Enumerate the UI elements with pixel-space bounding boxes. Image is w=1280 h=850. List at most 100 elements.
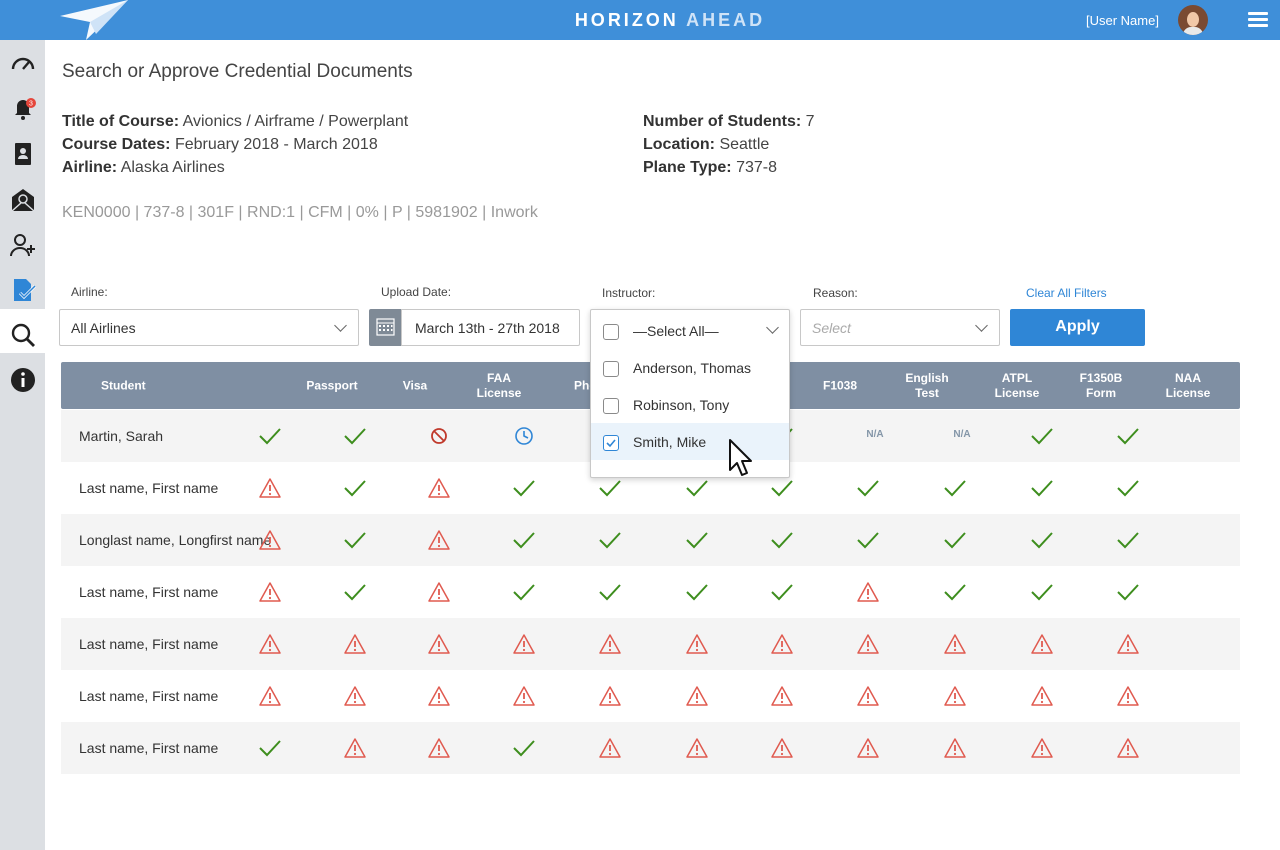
check-icon[interactable] [343, 528, 367, 552]
instructor-option-robinson[interactable]: Robinson, Tony [591, 386, 789, 423]
col-english-test[interactable]: English Test [897, 371, 957, 401]
check-icon[interactable] [512, 736, 536, 760]
airline-select[interactable]: All Airlines [59, 309, 359, 346]
table-row[interactable]: Last name, First name [61, 566, 1240, 618]
hamburger-menu-icon[interactable] [1248, 12, 1268, 28]
warning-icon[interactable] [856, 736, 880, 760]
warning-icon[interactable] [258, 684, 282, 708]
col-f1350b-form[interactable]: F1350B Form [1071, 371, 1131, 401]
calendar-button[interactable] [369, 309, 402, 346]
avatar[interactable] [1178, 5, 1208, 35]
check-icon[interactable] [258, 424, 282, 448]
user-name[interactable]: [User Name] [1086, 13, 1159, 28]
warning-icon[interactable] [427, 580, 451, 604]
search-icon[interactable] [9, 321, 37, 349]
notifications-icon[interactable]: 3 [9, 94, 37, 122]
warning-icon[interactable] [770, 736, 794, 760]
col-atpl-license[interactable]: ATPL License [987, 371, 1047, 401]
student-name[interactable]: Last name, First name [79, 636, 218, 652]
warning-icon[interactable] [427, 684, 451, 708]
col-f1038[interactable]: F1038 [795, 379, 885, 394]
warning-icon[interactable] [856, 632, 880, 656]
col-student[interactable]: Student [101, 379, 191, 394]
col-faa-license[interactable]: FAA License [469, 371, 529, 401]
check-icon[interactable] [1116, 424, 1140, 448]
warning-icon[interactable] [343, 684, 367, 708]
warning-icon[interactable] [685, 632, 709, 656]
check-icon[interactable] [856, 476, 880, 500]
warning-icon[interactable] [1116, 684, 1140, 708]
table-row[interactable]: Last name, First name [61, 618, 1240, 670]
warning-icon[interactable] [856, 684, 880, 708]
checkbox[interactable] [603, 324, 619, 340]
check-icon[interactable] [685, 580, 709, 604]
clock-icon[interactable] [512, 424, 536, 448]
warning-icon[interactable] [1030, 736, 1054, 760]
table-row[interactable]: Longlast name, Longfirst name [61, 514, 1240, 566]
check-icon[interactable] [1116, 580, 1140, 604]
check-icon[interactable] [685, 528, 709, 552]
check-icon[interactable] [1030, 528, 1054, 552]
check-icon[interactable] [1030, 580, 1054, 604]
check-icon[interactable] [343, 424, 367, 448]
prohibited-icon[interactable] [427, 424, 451, 448]
check-icon[interactable] [343, 476, 367, 500]
info-icon[interactable] [9, 366, 37, 394]
warning-icon[interactable] [258, 528, 282, 552]
warning-icon[interactable] [770, 684, 794, 708]
check-icon[interactable] [512, 528, 536, 552]
instructor-option-smith[interactable]: Smith, Mike [591, 423, 789, 460]
student-name[interactable]: Longlast name, Longfirst name [79, 532, 271, 548]
add-user-icon[interactable] [9, 231, 37, 259]
instructor-dropdown[interactable]: —Select All— Anderson, Thomas Robinson, … [590, 309, 790, 478]
warning-icon[interactable] [598, 684, 622, 708]
check-icon[interactable] [685, 476, 709, 500]
student-name[interactable]: Last name, First name [79, 740, 218, 756]
check-icon[interactable] [258, 736, 282, 760]
warning-icon[interactable] [258, 476, 282, 500]
check-icon[interactable] [598, 528, 622, 552]
warning-icon[interactable] [427, 476, 451, 500]
apply-button[interactable]: Apply [1010, 309, 1145, 346]
check-icon[interactable] [512, 476, 536, 500]
warning-icon[interactable] [685, 684, 709, 708]
check-icon[interactable] [1030, 424, 1054, 448]
check-icon[interactable] [598, 476, 622, 500]
warning-icon[interactable] [598, 736, 622, 760]
check-icon[interactable] [1116, 528, 1140, 552]
warning-icon[interactable] [343, 632, 367, 656]
student-name[interactable]: Last name, First name [79, 480, 218, 496]
check-icon[interactable] [770, 580, 794, 604]
instructor-option-anderson[interactable]: Anderson, Thomas [591, 349, 789, 386]
warning-icon[interactable] [943, 736, 967, 760]
check-icon[interactable] [943, 580, 967, 604]
check-icon[interactable] [856, 528, 880, 552]
warning-icon[interactable] [770, 632, 794, 656]
check-icon[interactable] [1116, 476, 1140, 500]
student-name[interactable]: Last name, First name [79, 688, 218, 704]
warning-icon[interactable] [427, 736, 451, 760]
warning-icon[interactable] [512, 684, 536, 708]
warning-icon[interactable] [685, 736, 709, 760]
contacts-icon[interactable] [9, 140, 37, 168]
warning-icon[interactable] [427, 632, 451, 656]
select-all-option[interactable]: —Select All— [591, 312, 789, 349]
warning-icon[interactable] [943, 684, 967, 708]
warning-icon[interactable] [258, 580, 282, 604]
check-icon[interactable] [770, 476, 794, 500]
upload-date-input[interactable]: March 13th - 27th 2018 [401, 309, 580, 346]
warning-icon[interactable] [1030, 684, 1054, 708]
student-name[interactable]: Martin, Sarah [79, 428, 163, 444]
warning-icon[interactable] [512, 632, 536, 656]
check-icon[interactable] [1030, 476, 1054, 500]
checkbox-checked[interactable] [603, 435, 619, 451]
warning-icon[interactable] [427, 528, 451, 552]
warning-icon[interactable] [1116, 736, 1140, 760]
email-icon[interactable] [9, 186, 37, 214]
table-row[interactable]: Last name, First name [61, 670, 1240, 722]
check-icon[interactable] [943, 528, 967, 552]
col-visa[interactable]: Visa [370, 379, 460, 394]
documents-icon[interactable] [9, 276, 37, 304]
warning-icon[interactable] [343, 736, 367, 760]
student-name[interactable]: Last name, First name [79, 584, 218, 600]
